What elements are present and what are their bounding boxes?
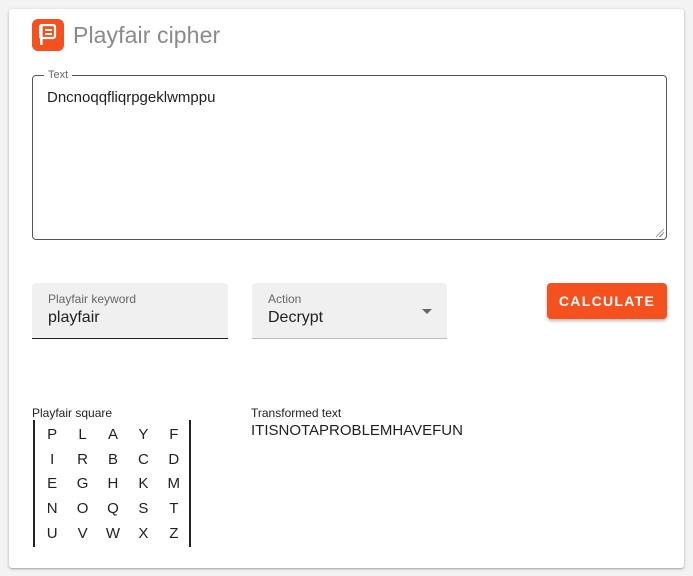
square-cell: X	[138, 525, 149, 543]
square-cell: M	[167, 475, 181, 493]
calculate-button[interactable]: CALCULATE	[547, 283, 667, 319]
square-cell: F	[169, 425, 179, 443]
transformed-text-label: Transformed text	[251, 406, 342, 420]
square-cell: O	[76, 500, 89, 518]
square-cell: W	[105, 525, 121, 543]
square-cell: H	[107, 475, 119, 493]
square-cell: P	[47, 425, 58, 443]
square-cell: G	[76, 475, 89, 493]
header: Playfair cipher	[32, 19, 220, 51]
square-cell: A	[107, 425, 118, 443]
square-cell: S	[138, 500, 149, 518]
square-cell: R	[77, 450, 88, 468]
playfair-square-label: Playfair square	[32, 406, 113, 420]
square-cell: Y	[138, 425, 149, 443]
calculator-card: Playfair cipher Text Dncnoqqfliqrpgeklwm…	[9, 9, 684, 568]
dropdown-arrow-icon[interactable]	[422, 309, 432, 314]
square-cell: L	[78, 425, 87, 443]
square-row: NOQ S T	[37, 496, 189, 521]
square-row: U VWX Z	[37, 521, 189, 546]
square-cell: Q	[107, 500, 119, 518]
text-field-label: Text	[44, 69, 73, 82]
square-cell: E	[47, 475, 58, 493]
square-cell: U	[46, 525, 58, 543]
action-select[interactable]: Action Decrypt	[252, 283, 447, 339]
action-selected-value[interactable]: Decrypt	[268, 309, 323, 327]
text-input[interactable]: Dncnoqqfliqrpgeklwmppu	[47, 88, 647, 228]
square-cell: Z	[169, 525, 179, 543]
square-cell: V	[77, 525, 88, 543]
square-cell: T	[169, 500, 179, 518]
playfair-square: P L A Y F I R B C D EGH KM NOQ S T U VWX Z	[33, 420, 191, 547]
keyword-input[interactable]: playfair	[48, 309, 100, 327]
square-row: EGH KM	[37, 472, 189, 497]
playfair-square-grid: P L A Y F I R B C D EGH KM NOQ S T U VWX Z	[37, 422, 189, 546]
square-cell: D	[168, 450, 180, 468]
text-field[interactable]: Text Dncnoqqfliqrpgeklwmppu	[32, 69, 667, 240]
resize-handle-icon[interactable]	[656, 229, 664, 237]
square-cell: K	[138, 475, 149, 493]
square-cell: I	[50, 450, 55, 468]
square-cell: C	[137, 450, 149, 468]
square-row: IRBCD	[37, 447, 189, 472]
app-title: Playfair cipher	[73, 21, 221, 48]
square-row: PLAYF	[37, 422, 189, 447]
keyword-field[interactable]: Playfair keyword playfair	[32, 283, 228, 339]
playfair-logo-icon	[32, 19, 64, 51]
square-cell: B	[107, 450, 118, 468]
square-cell: N	[46, 500, 58, 518]
action-label: Action	[268, 292, 302, 306]
keyword-label: Playfair keyword	[48, 292, 137, 306]
transformed-text-value: ITISNOTAPROBLEMHAVEFUN	[251, 422, 463, 439]
